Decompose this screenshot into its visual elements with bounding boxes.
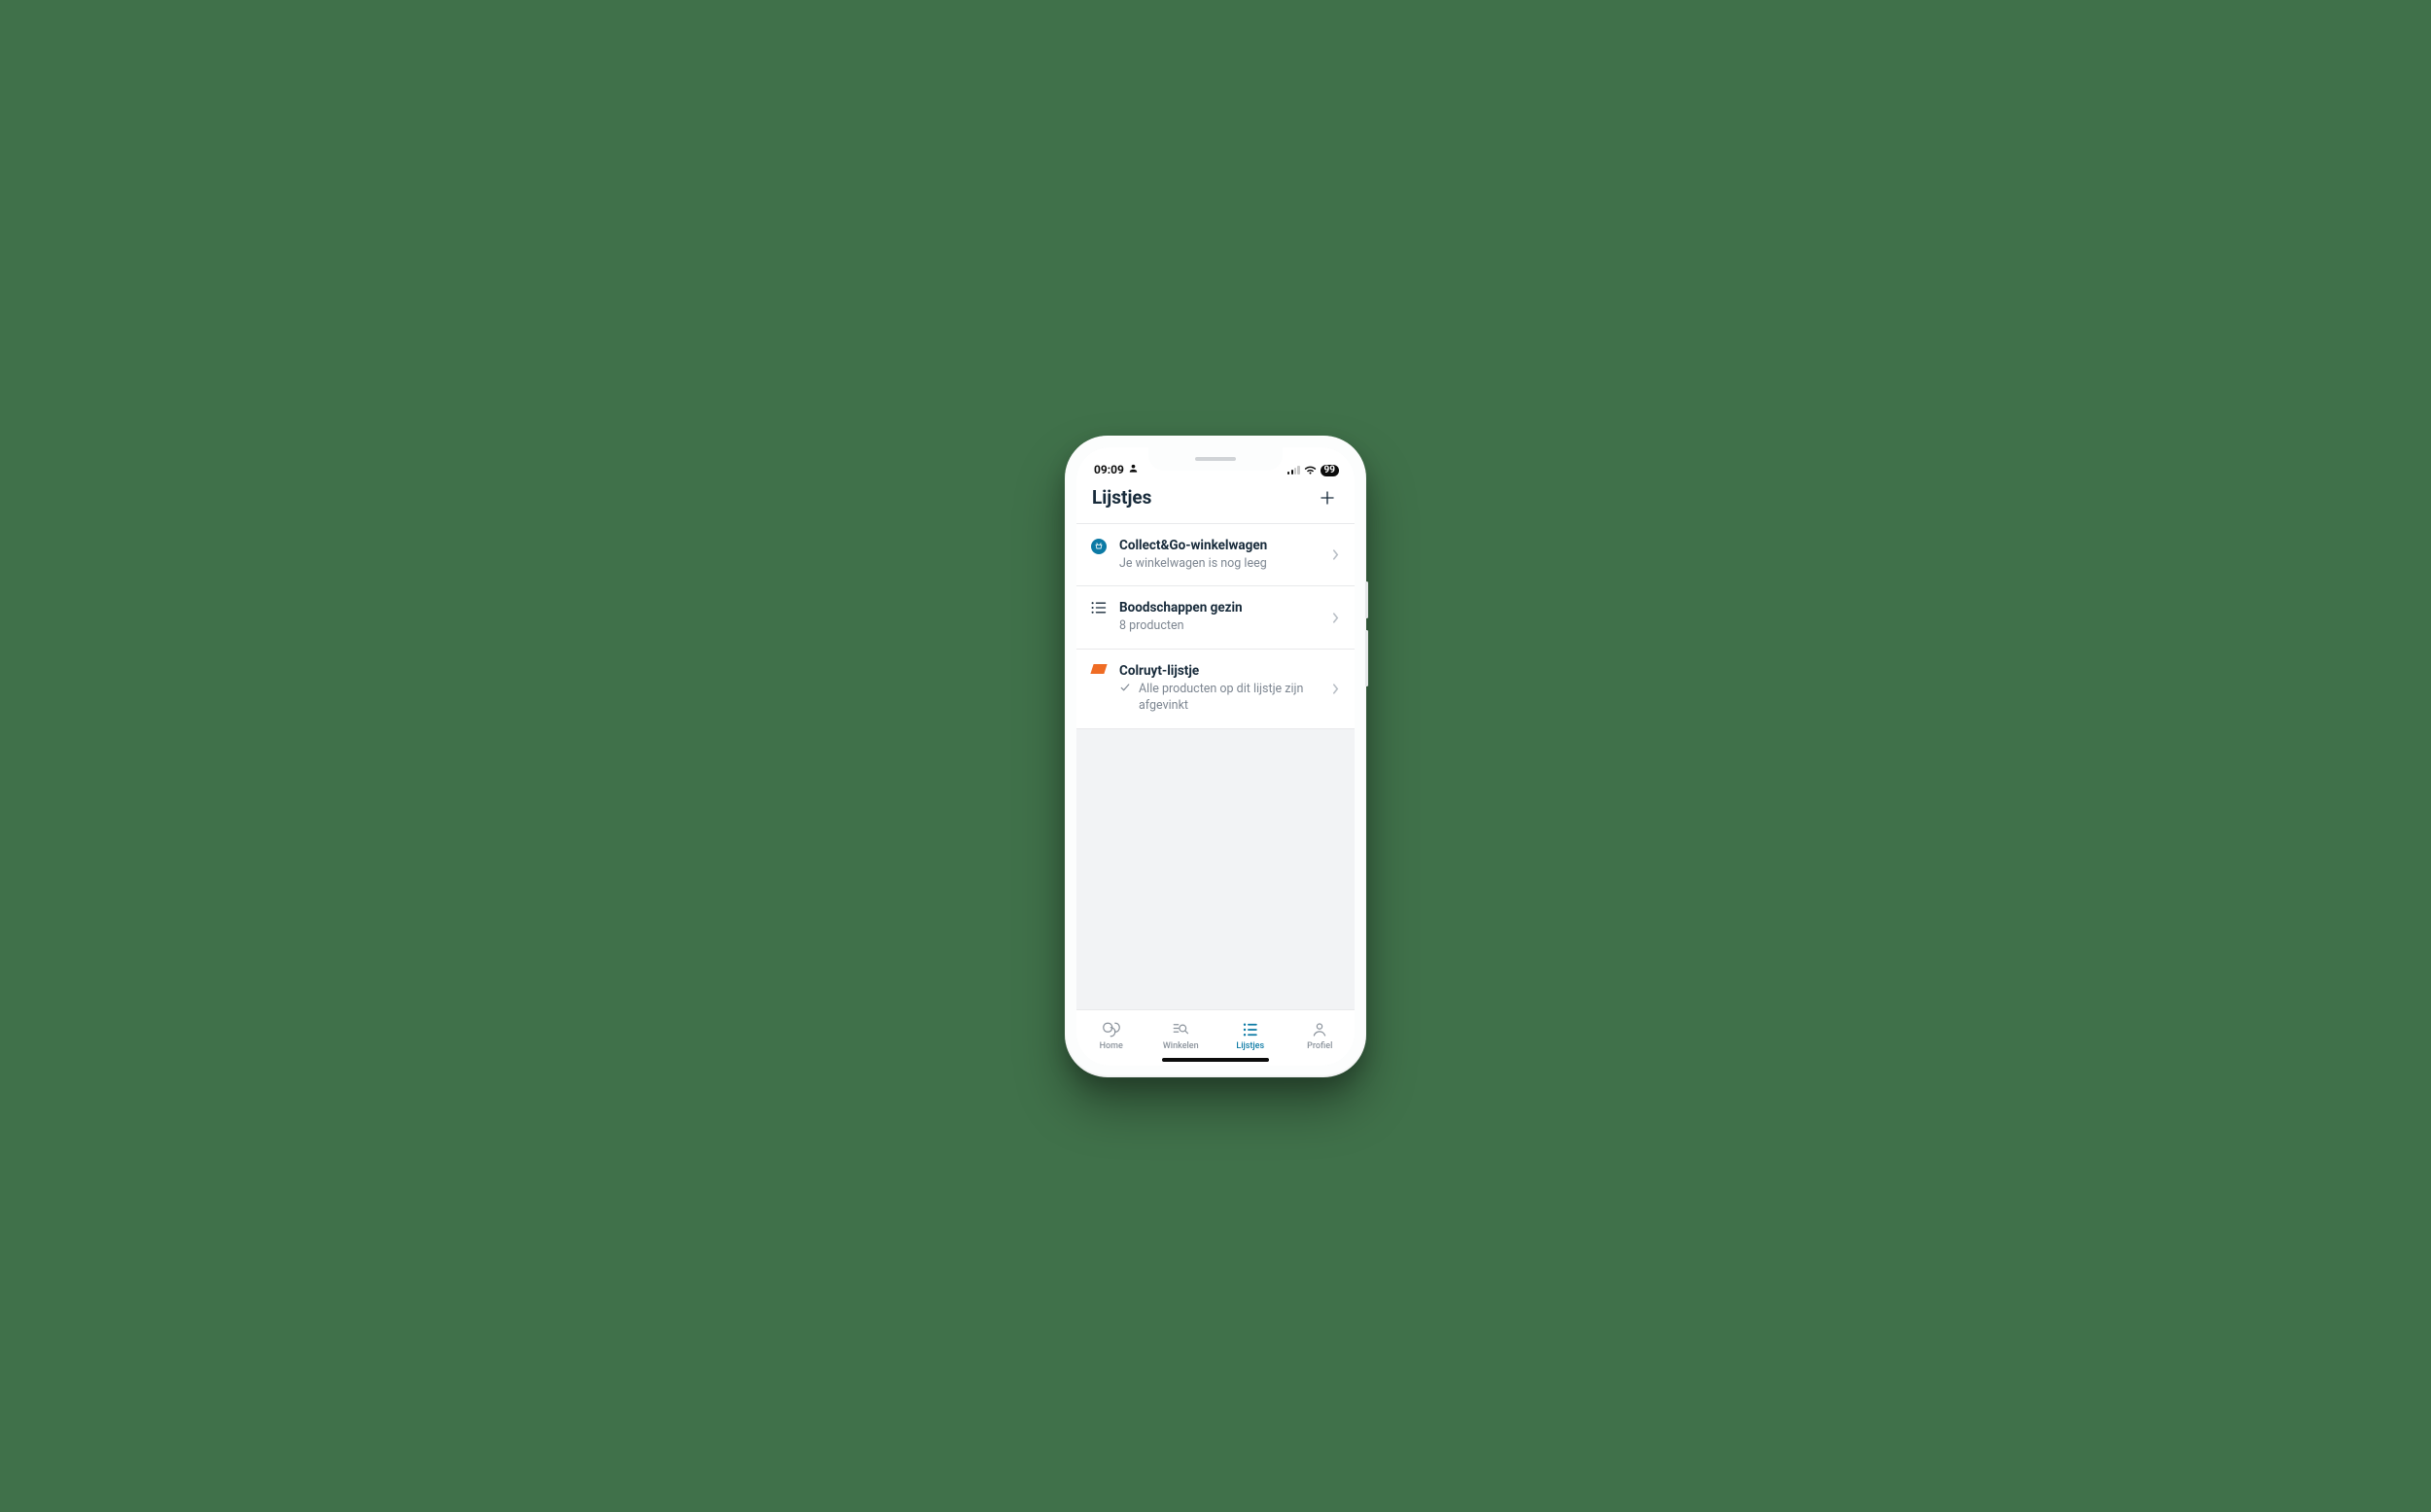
list-row-colruyt[interactable]: Colruyt-lijstje Alle producten op dit li… xyxy=(1076,650,1355,729)
status-time: 09:09 xyxy=(1094,463,1124,476)
tab-lijstjes[interactable]: Lijstjes xyxy=(1216,1010,1286,1056)
collectgo-icon xyxy=(1090,539,1108,554)
search-list-icon xyxy=(1172,1021,1189,1038)
lists-icon xyxy=(1242,1021,1259,1038)
list-row-subtitle: Alle producten op dit lijstje zijn afgev… xyxy=(1139,682,1304,715)
list-row-title: Colruyt-lijstje xyxy=(1119,663,1321,679)
bullet-list-icon xyxy=(1090,601,1108,615)
tab-label: Profiel xyxy=(1307,1041,1332,1051)
lists-container: Collect&Go-winkelwagen Je winkelwagen is… xyxy=(1076,524,1355,1009)
chevron-right-icon xyxy=(1332,680,1339,698)
wifi-icon xyxy=(1304,466,1317,475)
chevron-right-icon xyxy=(1332,609,1339,627)
device-notch xyxy=(1148,447,1283,471)
speaker-grill xyxy=(1195,457,1236,461)
tab-label: Home xyxy=(1100,1041,1123,1051)
colruyt-icon xyxy=(1090,664,1108,674)
list-row-title: Collect&Go-winkelwagen xyxy=(1119,538,1321,553)
list-row-subtitle: 8 producten xyxy=(1119,618,1321,635)
tab-profiel[interactable]: Profiel xyxy=(1286,1010,1356,1056)
tab-home[interactable]: Home xyxy=(1076,1010,1146,1056)
chevron-right-icon xyxy=(1332,545,1339,564)
profile-icon xyxy=(1311,1021,1328,1038)
add-list-button[interactable] xyxy=(1316,486,1339,510)
tab-winkelen[interactable]: Winkelen xyxy=(1146,1010,1216,1056)
battery-level: 99 xyxy=(1321,465,1339,476)
list-row-subtitle: Je winkelwagen is nog leeg xyxy=(1119,556,1321,573)
status-right: 99 xyxy=(1287,465,1339,476)
screen: 09:09 99 Lij xyxy=(1076,447,1355,1066)
tab-bar: Home Winkelen xyxy=(1076,1009,1355,1066)
tab-label: Winkelen xyxy=(1163,1041,1199,1051)
status-left: 09:09 xyxy=(1094,463,1139,476)
list-row-title: Boodschappen gezin xyxy=(1119,600,1321,615)
home-indicator[interactable] xyxy=(1162,1058,1269,1062)
cellular-signal-icon xyxy=(1287,466,1299,475)
list-row-boodschappen[interactable]: Boodschappen gezin 8 producten xyxy=(1076,586,1355,650)
tab-label: Lijstjes xyxy=(1236,1041,1264,1051)
page-title: Lijstjes xyxy=(1092,486,1151,509)
list-row-collectgo[interactable]: Collect&Go-winkelwagen Je winkelwagen is… xyxy=(1076,524,1355,587)
checkmark-icon xyxy=(1119,682,1131,699)
home-logo-icon xyxy=(1103,1021,1120,1038)
phone-frame: 09:09 99 Lij xyxy=(1065,436,1366,1077)
user-presence-icon xyxy=(1128,463,1139,476)
page-header: Lijstjes xyxy=(1076,480,1355,524)
